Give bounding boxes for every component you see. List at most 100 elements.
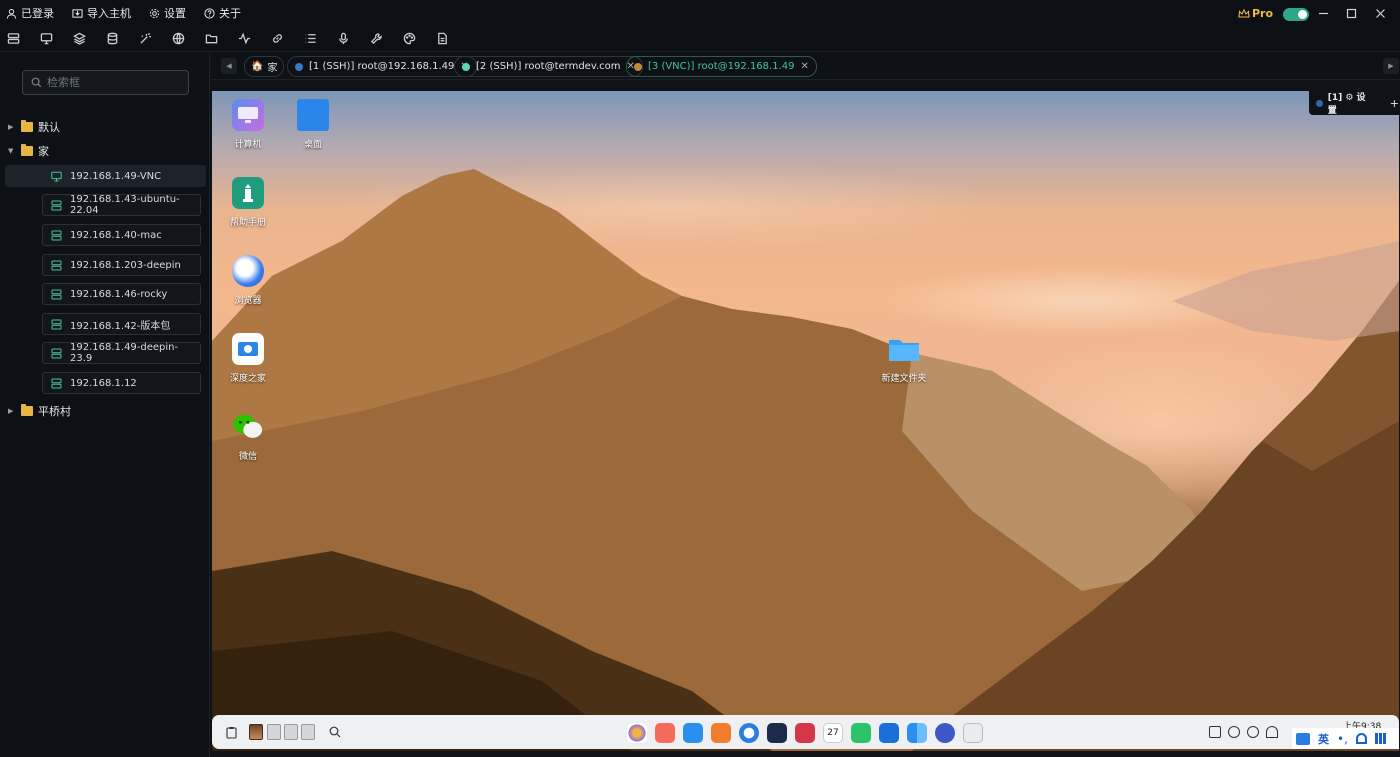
workspace-thumb-3[interactable] — [284, 724, 298, 740]
desktop-icon-new-folder[interactable]: 新建文件夹 — [868, 333, 940, 384]
keyboard-icon[interactable] — [1209, 726, 1221, 738]
microphone-icon — [338, 32, 348, 45]
recycle-icon[interactable] — [963, 723, 983, 743]
terminal-icon[interactable] — [795, 723, 815, 743]
ime-grid-icon[interactable] — [1374, 733, 1386, 744]
search-button[interactable] — [328, 724, 342, 740]
ime-language[interactable]: 英 — [1318, 731, 1329, 747]
tab-vnc-3[interactable]: [3 (VNC)] root@192.168.1.49 ✕ — [626, 56, 817, 77]
host-search[interactable] — [22, 70, 189, 95]
status-dot-icon — [634, 62, 642, 71]
search-icon — [329, 726, 341, 738]
desktop-icon-wechat[interactable]: 微信 — [212, 411, 284, 462]
play-icon[interactable] — [1247, 726, 1259, 738]
desktop-icon-desktop[interactable]: 桌面 — [277, 99, 349, 150]
board-icon[interactable] — [879, 723, 899, 743]
host-item[interactable]: 192.168.1.43-ubuntu-22.04 — [42, 194, 201, 216]
folder-button[interactable] — [203, 31, 219, 47]
wrench-button[interactable] — [368, 31, 384, 47]
status-dot-icon — [1316, 99, 1323, 107]
about-menu[interactable]: 关于 — [204, 5, 241, 21]
maximize-button[interactable] — [1341, 3, 1361, 23]
close-tab-icon[interactable]: ✕ — [800, 61, 808, 72]
power-icon[interactable] — [1228, 726, 1240, 738]
status-dot-icon — [462, 62, 470, 71]
remote-overlay-bar[interactable]: [1] ⚙ 设置 + — [1309, 91, 1399, 116]
folder-pingqiaocun[interactable]: ▶ 平桥村 — [8, 403, 71, 419]
scroll-left-button[interactable]: ◀ — [221, 58, 237, 74]
globe-button[interactable] — [170, 31, 186, 47]
desktop-icon-deepin-home[interactable]: 深度之家 — [212, 333, 284, 384]
calendar-icon[interactable]: 27 — [823, 723, 843, 743]
document-icon — [437, 32, 447, 45]
workspace-thumb-4[interactable] — [301, 724, 315, 740]
widgets-icon[interactable] — [907, 723, 927, 743]
palette-icon — [403, 32, 415, 45]
theme-toggle[interactable] — [1283, 8, 1309, 21]
link-button[interactable] — [269, 31, 285, 47]
host-item[interactable]: 192.168.1.12 — [42, 372, 201, 394]
clipboard-button[interactable] — [224, 724, 238, 740]
desktop-icon-computer[interactable]: 计算机 — [212, 99, 284, 150]
file-manager-icon[interactable] — [683, 723, 703, 743]
desktop-icon-label: 新建文件夹 — [881, 374, 927, 384]
search-input[interactable] — [47, 76, 177, 89]
launcher-icon[interactable] — [627, 723, 647, 743]
magic-wand-button[interactable] — [137, 31, 153, 47]
document-button[interactable] — [434, 31, 450, 47]
list-button[interactable] — [302, 31, 318, 47]
folder-icon — [888, 333, 920, 365]
host-label: 192.168.1.40-mac — [70, 229, 162, 241]
activity-button[interactable] — [236, 31, 252, 47]
workspace-thumb-2[interactable] — [267, 724, 281, 740]
host-item[interactable]: 192.168.1.49-deepin-23.9 — [42, 342, 201, 364]
overlay-add-button[interactable]: + — [1390, 97, 1399, 110]
desktop-icon-help-manual[interactable]: 帮助手册 — [212, 177, 284, 228]
host-item[interactable]: 192.168.1.42-版本包 — [42, 313, 201, 335]
desktop-icon-browser[interactable]: 浏览器 — [212, 255, 284, 306]
folder-icon — [205, 34, 217, 44]
server-list-button[interactable] — [5, 31, 21, 47]
monitor-button[interactable] — [38, 31, 54, 47]
settings-menu[interactable]: 设置 — [149, 5, 186, 21]
tab-home[interactable]: 🏠 家 — [244, 56, 285, 77]
microphone-button[interactable] — [335, 31, 351, 47]
host-item[interactable]: 192.168.1.46-rocky — [42, 283, 201, 305]
ime-user-icon[interactable] — [1355, 733, 1367, 744]
text-editor-icon[interactable] — [767, 723, 787, 743]
tab-ssh-2[interactable]: [2 (SSH)] root@termdev.com ✕ — [454, 56, 643, 77]
minimize-button[interactable] — [1313, 3, 1333, 23]
palette-button[interactable] — [401, 31, 417, 47]
server-icon — [51, 260, 62, 270]
app-store-icon[interactable] — [711, 723, 731, 743]
folder-home[interactable]: ▼ 家 — [8, 143, 49, 159]
control-center-icon[interactable] — [935, 723, 955, 743]
host-label: 192.168.1.49-deepin-23.9 — [70, 342, 179, 364]
server-icon — [51, 319, 62, 329]
database-button[interactable] — [104, 31, 120, 47]
host-item[interactable]: 192.168.1.203-deepin — [42, 254, 201, 276]
multitask-icon[interactable] — [655, 723, 675, 743]
folder-icon — [21, 404, 33, 416]
host-item-vnc[interactable]: 192.168.1.49-VNC — [5, 165, 206, 187]
scroll-right-button[interactable]: ▶ — [1383, 58, 1399, 74]
tab-ssh-1[interactable]: [1 (SSH)] root@192.168.1.49 ✕ — [287, 56, 477, 77]
workspace-thumb-1[interactable] — [249, 724, 263, 740]
import-icon — [72, 8, 83, 18]
help-icon — [204, 7, 215, 19]
host-sidebar: ▶ 默认 ▼ 家 192.168.1.49-VNC 192.168.1.43-u… — [0, 53, 210, 757]
browser-icon[interactable] — [739, 723, 759, 743]
login-menu[interactable]: 已登录 — [6, 5, 54, 21]
close-button[interactable] — [1370, 3, 1390, 23]
vnc-remote-desktop[interactable]: [1] ⚙ 设置 + 计算机 桌面 帮助手册 浏览器 深度之家 微信 新建文件夹 — [212, 91, 1399, 751]
music-icon[interactable] — [851, 723, 871, 743]
pro-badge[interactable]: Pro — [1238, 7, 1273, 20]
network-icon[interactable] — [1266, 726, 1278, 738]
database-icon — [107, 32, 117, 45]
folder-default[interactable]: ▶ 默认 — [8, 119, 60, 135]
host-item[interactable]: 192.168.1.40-mac — [42, 224, 201, 246]
baidu-ime-icon[interactable] — [1296, 732, 1310, 745]
import-host-menu[interactable]: 导入主机 — [72, 5, 131, 21]
ime-punctuation-icon[interactable]: •, — [1337, 732, 1348, 746]
layers-button[interactable] — [71, 31, 87, 47]
